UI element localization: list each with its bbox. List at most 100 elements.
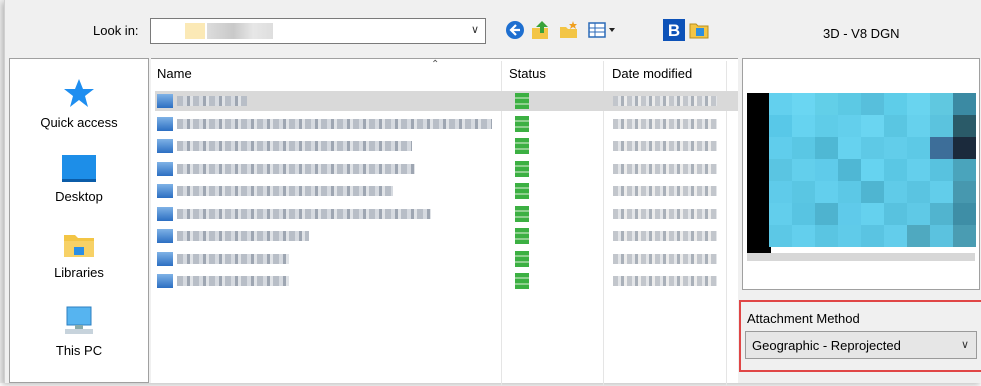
preview-title: 3D - V8 DGN bbox=[823, 26, 900, 41]
preview-tile bbox=[838, 137, 861, 159]
attachment-method-select[interactable]: Geographic - Reprojected ∨ bbox=[745, 331, 977, 359]
date-modified-redacted bbox=[613, 163, 717, 174]
column-header-name[interactable]: Name bbox=[157, 59, 192, 85]
preview-tile bbox=[815, 115, 838, 137]
status-icon bbox=[515, 205, 529, 222]
this-pc-icon bbox=[65, 306, 93, 334]
new-folder-icon[interactable] bbox=[557, 18, 581, 42]
file-icon bbox=[157, 116, 173, 131]
bentley-b-icon[interactable]: B bbox=[662, 18, 686, 42]
look-in-path-redacted bbox=[207, 23, 273, 39]
preview-tile bbox=[884, 115, 907, 137]
preview-tile bbox=[953, 181, 976, 203]
preview-tile bbox=[861, 203, 884, 225]
status-icon bbox=[515, 138, 529, 154]
preview-tile bbox=[769, 181, 792, 203]
status-icon bbox=[515, 228, 529, 244]
up-folder-icon[interactable] bbox=[529, 18, 553, 42]
preview-tile bbox=[884, 93, 907, 115]
preview-tile bbox=[861, 225, 884, 247]
preview-tile bbox=[884, 225, 907, 247]
date-modified-redacted bbox=[613, 96, 717, 106]
libraries-icon bbox=[64, 235, 94, 257]
preview-tile bbox=[861, 115, 884, 137]
file-icon bbox=[157, 274, 173, 288]
column-header-date-modified[interactable]: Date modified bbox=[612, 59, 692, 85]
date-modified-redacted bbox=[613, 276, 717, 286]
preview-tile bbox=[884, 137, 907, 159]
preview-tile bbox=[907, 115, 930, 137]
back-icon[interactable] bbox=[503, 18, 527, 42]
column-header-status[interactable]: Status bbox=[509, 59, 546, 85]
preview-tile bbox=[861, 93, 884, 115]
chevron-down-icon[interactable]: ∨ bbox=[961, 338, 969, 351]
preview-pane bbox=[742, 58, 980, 290]
preview-tile bbox=[769, 137, 792, 159]
preview-tile bbox=[930, 181, 953, 203]
preview-tile bbox=[815, 225, 838, 247]
preview-tile bbox=[930, 203, 953, 225]
preview-bottom-strip bbox=[747, 253, 975, 261]
look-in-combo[interactable]: ∨ bbox=[150, 18, 486, 44]
place-label: This PC bbox=[55, 343, 103, 358]
place-desktop[interactable]: Desktop bbox=[10, 153, 148, 204]
file-name-redacted bbox=[177, 118, 492, 129]
file-icon bbox=[157, 251, 173, 266]
file-row[interactable] bbox=[155, 181, 738, 201]
status-icon bbox=[515, 93, 529, 109]
file-row[interactable] bbox=[155, 271, 738, 291]
preview-tile bbox=[953, 159, 976, 181]
file-row[interactable] bbox=[155, 249, 738, 269]
preview-tile bbox=[907, 181, 930, 203]
preview-tile bbox=[953, 115, 976, 137]
quick-access-star-icon bbox=[64, 79, 94, 107]
preview-tile bbox=[792, 93, 815, 115]
file-row[interactable] bbox=[155, 226, 738, 246]
preview-tile bbox=[838, 159, 861, 181]
preview-tile bbox=[907, 225, 930, 247]
file-name-redacted bbox=[177, 231, 309, 241]
date-modified-redacted bbox=[613, 231, 717, 241]
preview-tile bbox=[884, 159, 907, 181]
preview-tile bbox=[815, 203, 838, 225]
file-list: ⌃ Name Status Date modified bbox=[151, 58, 738, 386]
file-name-redacted bbox=[177, 141, 412, 151]
preview-tile bbox=[792, 115, 815, 137]
preview-tile bbox=[884, 181, 907, 203]
status-icon bbox=[515, 273, 529, 289]
file-icon bbox=[157, 206, 173, 221]
place-label: Quick access bbox=[40, 115, 118, 130]
preview-tile bbox=[953, 137, 976, 159]
preview-tile bbox=[953, 225, 976, 247]
view-menu-icon[interactable] bbox=[585, 18, 619, 42]
date-modified-redacted bbox=[613, 208, 717, 219]
file-row[interactable] bbox=[155, 159, 738, 179]
file-row[interactable] bbox=[155, 136, 738, 156]
preview-tile bbox=[861, 181, 884, 203]
preview-tile bbox=[884, 203, 907, 225]
preview-tile bbox=[815, 93, 838, 115]
file-icon bbox=[157, 139, 173, 153]
file-row[interactable] bbox=[155, 114, 738, 134]
date-modified-redacted bbox=[613, 253, 717, 264]
preview-tile bbox=[838, 181, 861, 203]
place-quick-access[interactable]: Quick access bbox=[10, 77, 148, 130]
chevron-down-icon[interactable]: ∨ bbox=[471, 23, 479, 36]
preview-tile bbox=[861, 137, 884, 159]
file-row[interactable] bbox=[155, 204, 738, 224]
date-modified-redacted bbox=[613, 186, 717, 196]
attach-image-icon[interactable] bbox=[687, 18, 711, 42]
place-libraries[interactable]: Libraries bbox=[10, 229, 148, 280]
place-label: Libraries bbox=[54, 265, 104, 280]
preview-tile bbox=[838, 203, 861, 225]
preview-tile bbox=[953, 93, 976, 115]
file-row[interactable] bbox=[155, 91, 738, 111]
preview-tile bbox=[907, 137, 930, 159]
place-this-pc[interactable]: This PC bbox=[10, 305, 148, 358]
file-icon bbox=[157, 94, 173, 108]
file-icon bbox=[157, 184, 173, 198]
file-name-redacted bbox=[177, 253, 289, 264]
status-icon bbox=[515, 250, 529, 267]
attachment-method-highlight: Attachment Method Geographic - Reproject… bbox=[739, 300, 981, 372]
svg-text:B: B bbox=[668, 21, 680, 40]
